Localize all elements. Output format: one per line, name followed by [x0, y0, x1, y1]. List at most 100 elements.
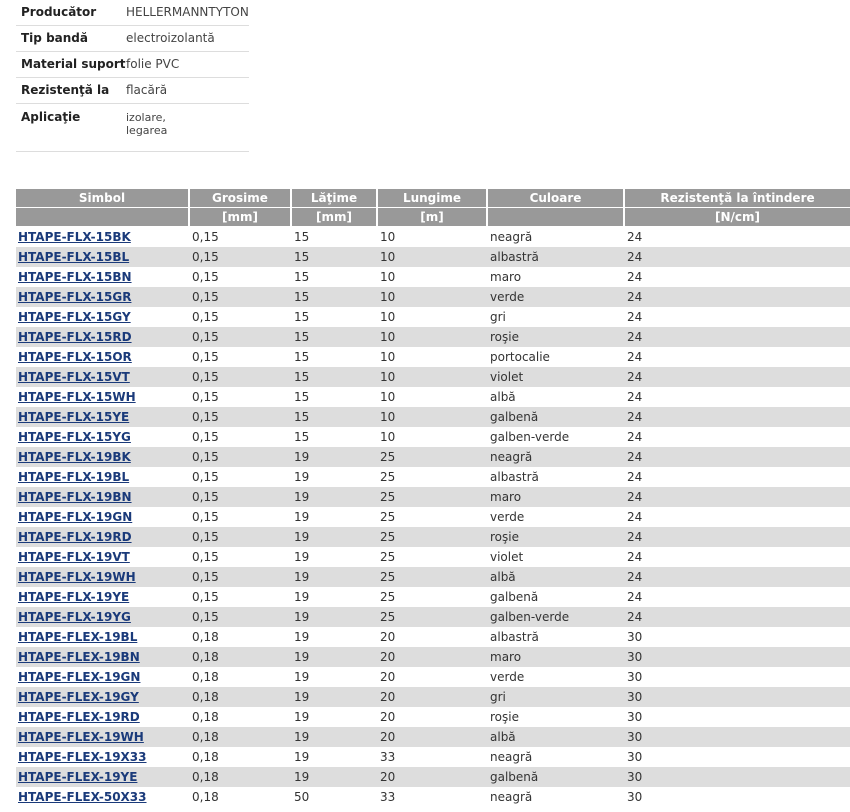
product-link[interactable]: HTAPE-FLEX-19BN — [18, 650, 140, 664]
product-link[interactable]: HTAPE-FLX-19BN — [18, 490, 132, 504]
table-row: HTAPE-FLEX-19GY 0,18 19 20 gri 30 — [16, 687, 850, 707]
cell-length: 10 — [378, 367, 488, 387]
cell-color: albă — [488, 727, 625, 747]
cell-thickness: 0,18 — [192, 790, 219, 804]
property-row: Rezistenţă la flacără — [16, 77, 249, 104]
cell-symbol: HTAPE-FLX-15WH — [16, 387, 190, 407]
property-row: Tip bandă electroizolantă — [16, 25, 249, 52]
product-link[interactable]: HTAPE-FLX-15VT — [18, 370, 130, 384]
cell-width: 19 — [292, 687, 378, 707]
cell-length: 25 — [380, 510, 396, 524]
cell-width: 19 — [292, 567, 378, 587]
cell-color: verde — [488, 287, 625, 307]
product-link[interactable]: HTAPE-FLEX-19BL — [18, 630, 137, 644]
product-link[interactable]: HTAPE-FLX-15BL — [18, 250, 129, 264]
cell-tensile-strength: 24 — [625, 607, 850, 627]
cell-tensile-strength: 30 — [627, 630, 643, 644]
table-row: HTAPE-FLX-19BK 0,15 19 25 neagră 24 — [16, 447, 850, 467]
product-link[interactable]: HTAPE-FLX-19VT — [18, 550, 130, 564]
unit-culoare — [488, 208, 625, 227]
product-link[interactable]: HTAPE-FLX-15WH — [18, 390, 136, 404]
product-link[interactable]: HTAPE-FLX-19YE — [18, 590, 129, 604]
cell-symbol: HTAPE-FLX-19GN — [16, 507, 190, 527]
cell-thickness: 0,15 — [190, 607, 292, 627]
property-row: Material suport folie PVC — [16, 51, 249, 78]
cell-width: 19 — [292, 527, 378, 547]
product-link[interactable]: HTAPE-FLEX-19GN — [18, 670, 140, 684]
cell-thickness: 0,15 — [192, 590, 219, 604]
cell-color: neagră — [488, 447, 625, 467]
property-label: Rezistenţă la — [16, 77, 126, 104]
product-link[interactable]: HTAPE-FLEX-19WH — [18, 730, 144, 744]
table-row: HTAPE-FLX-19BL 0,15 19 25 albastră 24 — [16, 467, 850, 487]
table-row: HTAPE-FLX-15YE 0,15 15 10 galbenă 24 — [16, 407, 850, 427]
product-link[interactable]: HTAPE-FLX-15YE — [18, 410, 129, 424]
cell-thickness: 0,15 — [190, 567, 292, 587]
cell-color: gri — [488, 687, 625, 707]
cell-symbol: HTAPE-FLX-15OR — [16, 347, 190, 367]
cell-thickness: 0,15 — [192, 470, 219, 484]
cell-thickness: 0,15 — [192, 310, 219, 324]
product-link[interactable]: HTAPE-FLEX-19RD — [18, 710, 140, 724]
cell-color: galben-verde — [488, 607, 625, 627]
product-link[interactable]: HTAPE-FLX-15BK — [18, 230, 131, 244]
table-row: HTAPE-FLEX-19YE 0,18 19 20 galbenă 30 — [16, 767, 850, 787]
cell-width: 15 — [294, 270, 310, 284]
column-header-latime: Lăţime — [292, 189, 378, 208]
cell-width: 19 — [292, 647, 378, 667]
cell-symbol: HTAPE-FLX-19VT — [16, 547, 190, 567]
product-link[interactable]: HTAPE-FLX-19BL — [18, 470, 129, 484]
cell-length: 10 — [380, 230, 396, 244]
product-link[interactable]: HTAPE-FLEX-19YE — [18, 770, 137, 784]
cell-thickness: 0,15 — [192, 270, 219, 284]
cell-tensile-strength: 30 — [625, 767, 850, 787]
cell-length: 10 — [378, 407, 488, 427]
table-row: HTAPE-FLX-15BN 0,15 15 10 maro 24 — [16, 267, 850, 287]
cell-length: 20 — [378, 767, 488, 787]
cell-symbol: HTAPE-FLX-19BK — [16, 447, 190, 467]
cell-thickness: 0,15 — [190, 327, 292, 347]
cell-tensile-strength: 24 — [625, 367, 850, 387]
product-link[interactable]: HTAPE-FLX-19RD — [18, 530, 132, 544]
product-link[interactable]: HTAPE-FLX-15GR — [18, 290, 131, 304]
cell-width: 19 — [292, 767, 378, 787]
cell-thickness: 0,15 — [192, 230, 219, 244]
cell-color: verde — [490, 510, 525, 524]
cell-tensile-strength: 30 — [625, 727, 850, 747]
cell-width: 15 — [294, 390, 310, 404]
cell-length: 10 — [380, 430, 396, 444]
product-link[interactable]: HTAPE-FLX-15RD — [18, 330, 132, 344]
product-link[interactable]: HTAPE-FLX-15GY — [18, 310, 131, 324]
cell-width: 19 — [294, 630, 310, 644]
product-properties-table: Producător HELLERMANNTYTON Tip bandă electr… — [16, 0, 249, 152]
table-row: HTAPE-FLX-19VT 0,15 19 25 violet 24 — [16, 547, 850, 567]
product-link[interactable]: HTAPE-FLX-19BK — [18, 450, 131, 464]
cell-width: 19 — [294, 550, 310, 564]
property-label: Aplicaţie — [16, 103, 126, 152]
product-link[interactable]: HTAPE-FLX-15BN — [18, 270, 132, 284]
product-link[interactable]: HTAPE-FLX-15OR — [18, 350, 132, 364]
cell-color: roşie — [488, 327, 625, 347]
cell-symbol: HTAPE-FLX-19WH — [16, 567, 190, 587]
cell-length: 25 — [378, 567, 488, 587]
cell-tensile-strength: 24 — [627, 550, 643, 564]
cell-color: galben-verde — [490, 430, 570, 444]
product-link[interactable]: HTAPE-FLX-19YG — [18, 610, 131, 624]
product-link[interactable]: HTAPE-FLX-19WH — [18, 570, 136, 584]
product-link[interactable]: HTAPE-FLEX-50X33 — [18, 790, 147, 804]
column-header-simbol: Simbol — [16, 189, 190, 208]
cell-color: galbenă — [488, 407, 625, 427]
product-link[interactable]: HTAPE-FLEX-19X33 — [18, 750, 147, 764]
property-row: Producător HELLERMANNTYTON — [16, 0, 249, 26]
cell-color: maro — [488, 487, 625, 507]
cell-symbol: HTAPE-FLEX-19X33 — [16, 747, 190, 767]
product-link[interactable]: HTAPE-FLX-19GN — [18, 510, 132, 524]
table-row: HTAPE-FLX-15RD 0,15 15 10 roşie 24 — [16, 327, 850, 347]
table-units-row: [mm] [mm] [m] [N/cm] — [16, 208, 850, 227]
cell-length: 20 — [378, 647, 488, 667]
cell-thickness: 0,18 — [190, 687, 292, 707]
product-link[interactable]: HTAPE-FLEX-19GY — [18, 690, 139, 704]
property-value: HELLERMANNTYTON — [126, 0, 249, 26]
product-link[interactable]: HTAPE-FLX-15YG — [18, 430, 131, 444]
cell-thickness: 0,15 — [192, 390, 219, 404]
